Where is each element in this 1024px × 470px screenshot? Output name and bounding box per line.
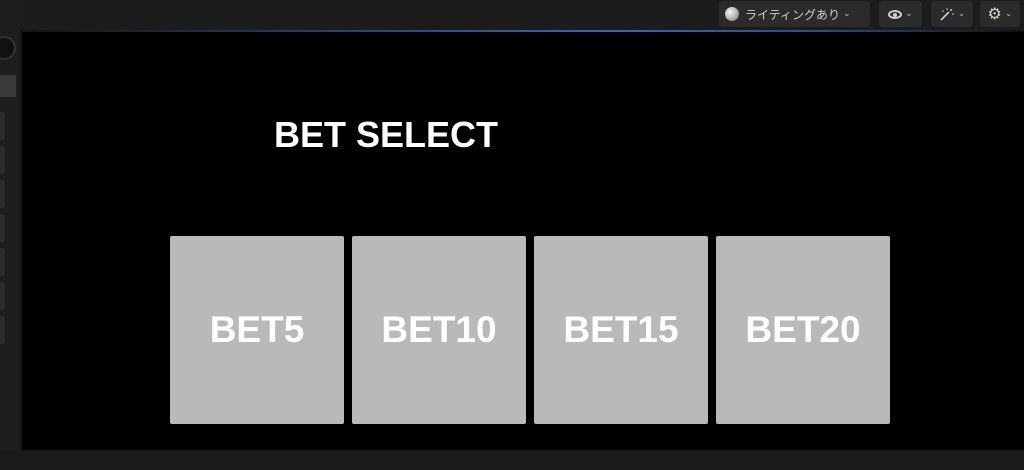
lit-sphere-icon (725, 7, 739, 21)
viewport-toolbar: ライティングあり ⌄ ⌄ ⌄ ⚙ ⌄ (0, 0, 1024, 30)
chevron-down-icon: ⌄ (957, 9, 966, 19)
panel-row[interactable] (0, 112, 5, 140)
bet15-button[interactable]: BET15 (534, 236, 708, 424)
panel-row[interactable] (0, 214, 5, 242)
panel-row[interactable] (0, 180, 5, 208)
bottom-status-bar (0, 450, 1024, 470)
editor-window: ライティングあり ⌄ ⌄ ⌄ ⚙ ⌄ BET SELECT BET5 BET10… (0, 0, 1024, 470)
gear-icon: ⚙ (987, 4, 1002, 23)
game-viewport: BET SELECT BET5 BET10 BET15 BET20 (22, 32, 1024, 450)
bet20-button[interactable]: BET20 (716, 236, 890, 424)
eye-icon (888, 9, 903, 19)
bet5-button[interactable]: BET5 (170, 236, 344, 424)
panel-row[interactable] (0, 146, 5, 174)
viewport-settings-button[interactable]: ⚙ ⌄ (980, 1, 1020, 27)
bet10-button[interactable]: BET10 (352, 236, 526, 424)
chevron-down-icon: ⌄ (905, 9, 913, 19)
left-side-panel (0, 0, 20, 450)
lighting-mode-label: ライティングあり (745, 7, 841, 22)
magic-wand-icon (940, 8, 954, 21)
panel-tab[interactable] (0, 75, 16, 97)
panel-row[interactable] (0, 316, 5, 344)
panel-row[interactable] (0, 248, 5, 276)
panel-toggle-control[interactable] (0, 36, 16, 60)
show-options-button[interactable]: ⌄ (879, 1, 922, 27)
panel-row[interactable] (0, 282, 5, 310)
effects-button[interactable]: ⌄ (931, 1, 973, 27)
chevron-down-icon: ⌄ (1004, 9, 1013, 19)
chevron-down-icon: ⌄ (843, 9, 851, 19)
lighting-mode-dropdown[interactable]: ライティングあり ⌄ (719, 1, 870, 27)
bet-select-title: BET SELECT (274, 114, 499, 155)
